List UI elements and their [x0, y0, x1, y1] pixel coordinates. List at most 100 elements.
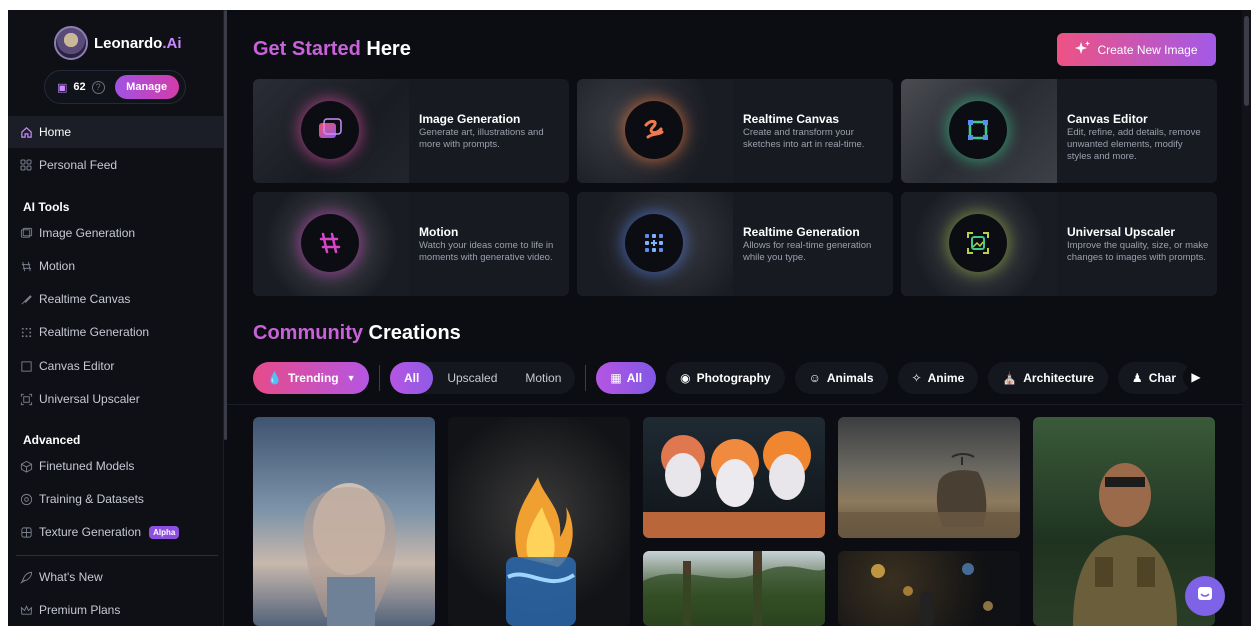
image-icon	[19, 226, 33, 240]
card-realtime-generation[interactable]: Realtime Generation Allows for real-time…	[577, 192, 893, 296]
brand-name: Leonardo.Ai	[94, 34, 182, 52]
brand-logo-icon	[54, 26, 88, 60]
bokeh-illustration	[871, 563, 993, 626]
sidebar-item-texture-generation[interactable]: Texture Generation Alpha	[8, 516, 224, 548]
community-image-clowns[interactable]	[643, 417, 825, 538]
sidebar-item-label: Training & Datasets	[39, 492, 144, 506]
filter-separator	[379, 364, 380, 391]
sidebar-item-training-datasets[interactable]: Training & Datasets	[8, 483, 224, 515]
sidebar-divider	[16, 555, 218, 556]
category-photography[interactable]: ◉ Photography	[666, 361, 785, 394]
main-scrollbar[interactable]	[1242, 10, 1251, 626]
sidebar-item-motion[interactable]: Motion	[8, 250, 224, 282]
sidebar-item-whats-new[interactable]: What's New	[8, 561, 224, 593]
dataset-icon	[19, 492, 33, 506]
chevron-right-icon: ▶	[1191, 370, 1201, 384]
chat-support-button[interactable]	[1185, 576, 1225, 616]
canvas-editor-icon	[949, 101, 1007, 159]
sidebar-item-label: Motion	[39, 259, 76, 273]
main-scrollbar-thumb[interactable]	[1244, 16, 1249, 106]
card-image-generation[interactable]: Image Generation Generate art, illustrat…	[253, 79, 569, 183]
filter-motion[interactable]: Motion	[511, 362, 575, 394]
card-title: Canvas Editor	[1067, 112, 1148, 126]
home-icon	[19, 125, 33, 139]
category-architecture[interactable]: ⛪ Architecture	[988, 361, 1108, 394]
sparkle-icon	[1075, 40, 1091, 59]
category-animals-label: Animals	[826, 370, 874, 385]
sidebar: Leonardo.Ai ▣ 62 ? Manage Home Personal …	[8, 10, 224, 626]
card-title: Realtime Canvas	[743, 112, 840, 126]
card-canvas-editor[interactable]: Canvas Editor Edit, refine, add details,…	[901, 79, 1217, 183]
sidebar-item-label: Personal Feed	[39, 158, 118, 172]
canvas-frame-icon	[19, 359, 33, 373]
universal-upscaler-icon	[949, 214, 1007, 272]
filter-upscaled[interactable]: Upscaled	[433, 362, 511, 394]
media-type-group: All Upscaled Motion	[390, 361, 576, 394]
card-universal-upscaler[interactable]: Universal Upscaler Improve the quality, …	[901, 192, 1217, 296]
manage-button[interactable]: Manage	[114, 75, 179, 99]
scroll-right-button[interactable]: ▶	[1183, 364, 1209, 390]
community-image-anime-girl[interactable]	[253, 417, 435, 626]
flame-icon: 💧	[267, 370, 282, 385]
get-started-title: Get Started Here	[253, 38, 411, 60]
rocket-icon	[19, 570, 33, 584]
filter-all[interactable]: All	[390, 361, 434, 394]
sidebar-item-universal-upscaler[interactable]: Universal Upscaler	[8, 383, 224, 415]
sidebar-item-home[interactable]: Home	[8, 116, 224, 148]
help-icon[interactable]: ?	[91, 80, 105, 94]
category-character[interactable]: ♟ Char	[1117, 361, 1192, 394]
sidebar-item-canvas-editor[interactable]: Canvas Editor	[8, 350, 224, 382]
card-description: Improve the quality, size, or make chang…	[1067, 240, 1209, 263]
trending-dropdown[interactable]: 💧 Trending ▼	[253, 361, 369, 394]
landscape-illustration	[838, 453, 1020, 538]
app-window: Leonardo.Ai ▣ 62 ? Manage Home Personal …	[8, 10, 1251, 626]
sidebar-item-personal-feed[interactable]: Personal Feed	[8, 149, 224, 181]
sidebar-item-premium-plans[interactable]: Premium Plans	[8, 594, 224, 626]
brand[interactable]: Leonardo.Ai	[54, 26, 182, 60]
sidebar-item-label: Realtime Canvas	[39, 292, 131, 306]
dots-grid-icon	[19, 325, 33, 339]
community-image-landscape[interactable]	[838, 417, 1020, 538]
category-character-label: Char	[1148, 370, 1177, 385]
card-title: Motion	[419, 225, 459, 239]
card-description: Allows for real-time generation while yo…	[743, 240, 872, 263]
texture-icon	[19, 525, 33, 539]
sidebar-item-finetuned-models[interactable]: Finetuned Models	[8, 450, 224, 482]
create-new-image-label: Create New Image	[1097, 42, 1198, 57]
building-icon: ⛪	[1002, 370, 1018, 385]
community-image-jungle[interactable]	[643, 551, 825, 626]
sidebar-item-label: Premium Plans	[39, 603, 121, 617]
sidebar-item-image-generation[interactable]: Image Generation	[8, 217, 224, 249]
realtime-canvas-icon	[625, 101, 683, 159]
community-image-bokeh[interactable]	[838, 551, 1020, 626]
category-photography-label: Photography	[696, 370, 771, 385]
category-animals[interactable]: ☺ Animals	[794, 361, 888, 394]
fire-water-illustration	[506, 477, 576, 626]
grid-icon	[19, 158, 33, 172]
card-title: Realtime Generation	[743, 225, 860, 239]
category-anime[interactable]: ✧ Anime	[897, 361, 979, 394]
token-icon: ▣	[57, 81, 68, 94]
person-icon: ♟	[1131, 370, 1143, 385]
category-all[interactable]: ▦ All	[596, 361, 657, 394]
category-anime-label: Anime	[927, 370, 965, 385]
cube-icon	[19, 459, 33, 473]
sidebar-item-label: Realtime Generation	[39, 325, 150, 339]
sidebar-item-realtime-generation[interactable]: Realtime Generation	[8, 316, 224, 348]
card-description: Create and transform your sketches into …	[743, 127, 865, 150]
create-new-image-button[interactable]: Create New Image	[1057, 33, 1216, 66]
card-realtime-canvas[interactable]: Realtime Canvas Create and transform you…	[577, 79, 893, 183]
cat-icon: ☺	[808, 370, 821, 385]
image-generation-icon	[301, 101, 359, 159]
section-heading-ai-tools: AI Tools	[23, 200, 70, 214]
category-architecture-label: Architecture	[1023, 370, 1094, 385]
filter-divider	[227, 404, 1242, 405]
trending-label: Trending	[287, 370, 339, 385]
community-image-fire-water[interactable]	[448, 417, 630, 626]
anime-girl-illustration	[303, 483, 396, 626]
sidebar-item-label: Canvas Editor	[39, 359, 115, 373]
motion-icon	[301, 214, 359, 272]
alpha-badge: Alpha	[149, 525, 180, 539]
card-motion[interactable]: Motion Watch your ideas come to life in …	[253, 192, 569, 296]
sidebar-item-realtime-canvas[interactable]: Realtime Canvas	[8, 283, 224, 315]
